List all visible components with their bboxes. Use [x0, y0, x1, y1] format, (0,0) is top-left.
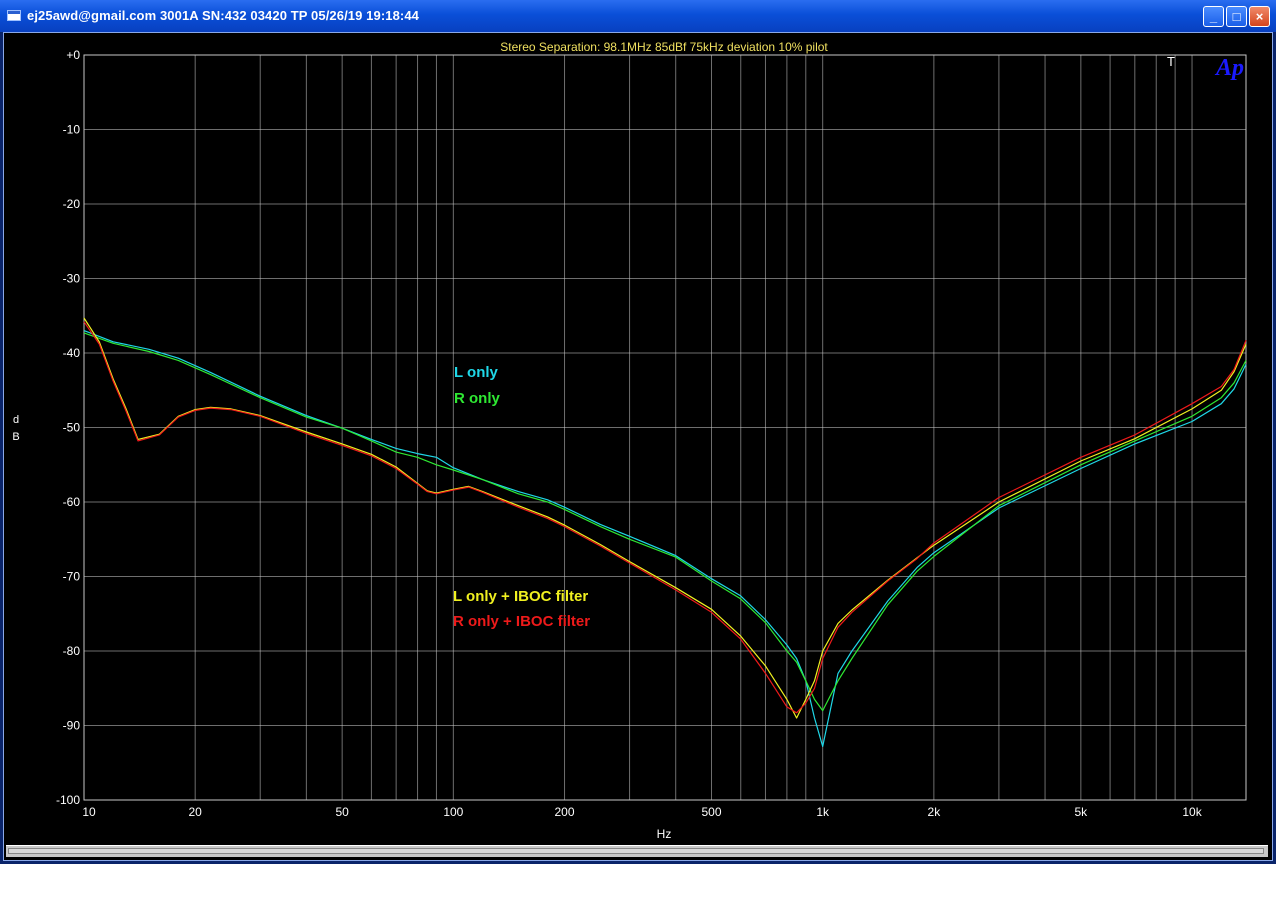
grid-lines	[83, 54, 1246, 801]
x-tick-label: 1k	[816, 805, 830, 819]
x-axis-label: Hz	[657, 827, 672, 841]
application-window: ej25awd@gmail.com 3001A SN:432 03420 TP …	[0, 0, 1276, 864]
y-tick-label: +0	[66, 48, 80, 62]
ap-logo: Ap	[1214, 55, 1244, 81]
x-tick-label: 50	[335, 805, 349, 819]
series-line-l-only-iboc-filter	[83, 317, 1247, 719]
y-tick-label: -20	[63, 197, 81, 211]
y-tick-label: -50	[63, 421, 81, 435]
x-tick-label: 2k	[928, 805, 942, 819]
x-tick-label: 10	[82, 805, 96, 819]
series-line-r-only-iboc-filter	[83, 321, 1247, 714]
x-tick-label: 100	[443, 805, 463, 819]
cursor-marker[interactable]: T	[1167, 54, 1175, 69]
y-tick-label: -70	[63, 570, 81, 584]
series-line-r-only	[83, 332, 1247, 712]
y-tick-label: -40	[63, 346, 81, 360]
y-tick-label: -90	[63, 719, 81, 733]
legend-label: R only + IBOC filter	[453, 613, 590, 630]
legend-label: L only + IBOC filter	[453, 588, 588, 605]
y-tick-label: -100	[56, 793, 80, 807]
stereo-separation-chart[interactable]: +0 -10 -20 -30 -40 -50 -60 -70 -80 -90 -10010 20 50 1…	[0, 0, 1276, 864]
x-tick-label: 5k	[1075, 805, 1089, 819]
y-tick-label: -10	[63, 123, 81, 137]
legend-label: R only	[454, 390, 500, 407]
horizontal-scrollbar[interactable]	[6, 845, 1268, 857]
series-line-l-only	[83, 330, 1247, 748]
y-tick-label: -80	[63, 644, 81, 658]
x-tick-label: 20	[189, 805, 203, 819]
scrollbar-thumb[interactable]	[8, 848, 1264, 854]
chart-legend: L only R only L only + IBOC filter R only +…	[453, 364, 590, 630]
data-series	[83, 317, 1247, 748]
legend-label: L only	[454, 364, 499, 381]
y-axis-label-line-1: d	[13, 414, 19, 426]
x-tick-label: 200	[555, 805, 575, 819]
chart-title: Stereo Separation: 98.1MHz 85dBf 75kHz d…	[500, 40, 828, 54]
x-tick-label: 500	[701, 805, 721, 819]
y-tick-label: -60	[63, 495, 81, 509]
y-axis-label-line-2: B	[12, 431, 19, 443]
y-tick-label: -30	[63, 272, 81, 286]
x-tick-label: 10k	[1182, 805, 1202, 819]
